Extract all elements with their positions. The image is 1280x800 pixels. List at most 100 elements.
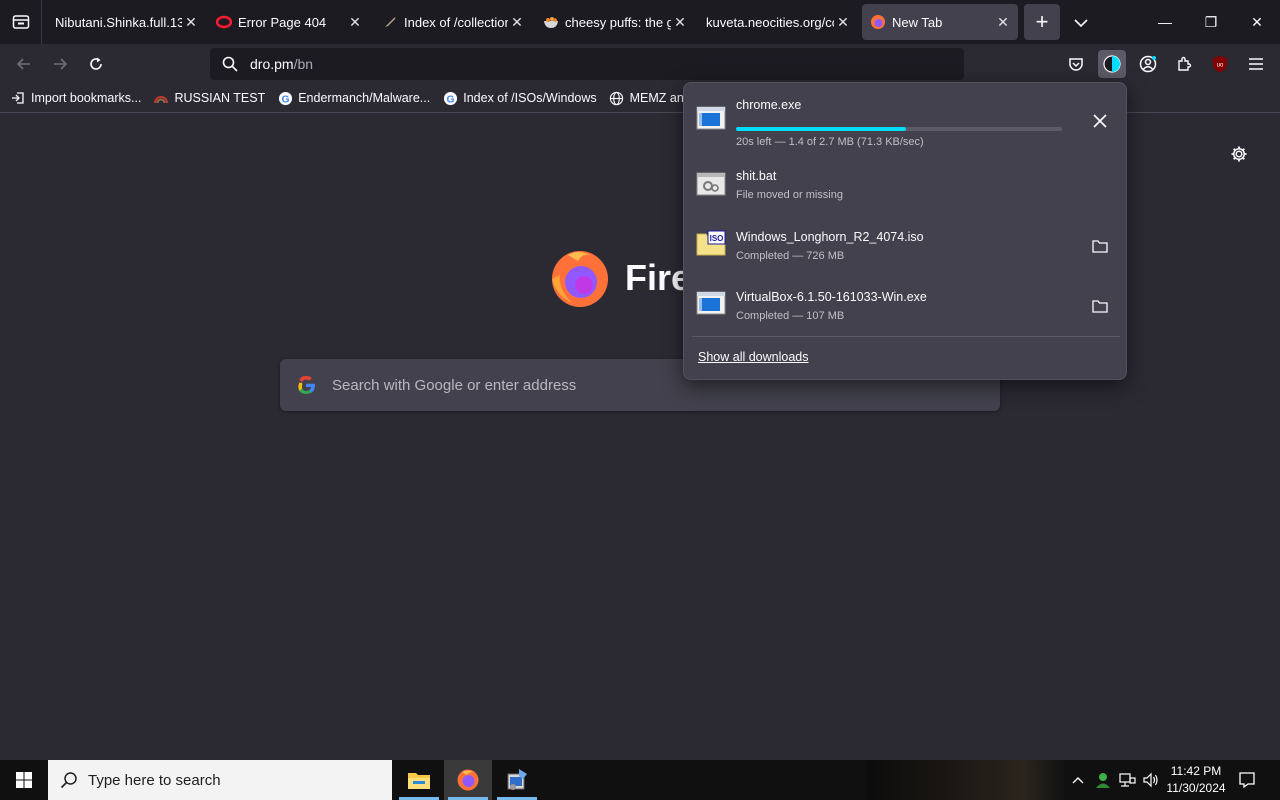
exe-icon	[696, 291, 726, 315]
show-all-downloads-button[interactable]: Show all downloads	[698, 350, 809, 364]
downloads-panel: chrome.exe 20s left — 1.4 of 2.7 MB (71.…	[683, 82, 1127, 380]
account-icon	[1139, 55, 1157, 73]
download-item-longhorn-iso[interactable]: ISO Windows_Longhorn_R2_4074.iso Complet…	[684, 213, 1128, 273]
tab-close-icon[interactable]: ✕	[994, 14, 1012, 31]
svg-text:uo: uo	[1217, 63, 1224, 69]
taskbar-search-placeholder: Type here to search	[88, 771, 221, 789]
network-button[interactable]	[1116, 760, 1138, 800]
download-status: Completed — 107 MB	[736, 310, 845, 322]
tab-cheesy-puffs[interactable]: cheesy puffs: the ga... ✕	[543, 4, 689, 40]
chevron-up-icon	[1072, 777, 1084, 784]
download-progress-fill	[736, 127, 906, 131]
google-icon: G	[277, 90, 293, 106]
close-window-button[interactable]: ✕	[1234, 0, 1280, 44]
bookmark-label: Index of /ISOs/Windows	[463, 91, 597, 105]
account-button[interactable]	[1134, 50, 1162, 78]
downloads-button[interactable]	[1098, 50, 1126, 78]
puzzle-icon	[1178, 56, 1192, 71]
reload-button[interactable]	[82, 50, 110, 78]
download-item-shit-bat[interactable]: shit.bat File moved or missing	[684, 153, 1128, 213]
folder-icon	[1092, 300, 1108, 313]
tab-error-page-404[interactable]: Error Page 404 ✕	[216, 4, 364, 40]
ublock-button[interactable]: uo	[1206, 50, 1234, 78]
new-tab-button[interactable]: +	[1024, 4, 1060, 40]
download-item-virtualbox[interactable]: VirtualBox-6.1.50-161033-Win.exe Complet…	[684, 273, 1128, 333]
restore-button[interactable]: ❐	[1188, 0, 1234, 44]
hamburger-icon	[1249, 58, 1263, 70]
download-filename: shit.bat	[736, 169, 777, 183]
tab-close-icon[interactable]: ✕	[671, 14, 689, 31]
restore-icon: ❐	[1204, 13, 1218, 30]
firefox-logo	[552, 251, 608, 307]
taskbar-file-explorer[interactable]	[395, 760, 443, 800]
list-all-tabs-button[interactable]	[1070, 12, 1092, 34]
download-status: Completed — 726 MB	[736, 250, 845, 262]
search-placeholder: Search with Google or enter address	[332, 376, 577, 394]
tab-close-icon[interactable]: ✕	[182, 14, 200, 31]
personalize-settings-button[interactable]	[1226, 141, 1252, 167]
pocket-icon	[1069, 58, 1083, 71]
navigation-toolbar: dro.pm/bn uo	[0, 44, 1280, 84]
pocket-button[interactable]	[1062, 50, 1090, 78]
start-button[interactable]	[0, 760, 48, 800]
windows-taskbar: Type here to search 11:42 PM 11/30/2024	[0, 760, 1280, 800]
google-icon	[280, 373, 332, 397]
address-bar[interactable]: dro.pm/bn	[210, 48, 964, 80]
svg-text:G: G	[281, 94, 289, 105]
bookmark-import[interactable]: Import bookmarks...	[10, 90, 141, 106]
minimize-icon: —	[1158, 14, 1172, 30]
bookmark-russian-test[interactable]: RUSSIAN TEST	[153, 90, 265, 106]
tray-user-app[interactable]	[1092, 760, 1114, 800]
show-in-folder-button[interactable]	[1086, 292, 1114, 320]
iso-icon: ISO	[696, 230, 726, 256]
download-item-chrome[interactable]: chrome.exe 20s left — 1.4 of 2.7 MB (71.…	[684, 91, 1128, 151]
bat-icon	[696, 172, 726, 196]
bookmark-index-isos-windows[interactable]: G Index of /ISOs/Windows	[442, 90, 597, 106]
taskbar-firefox[interactable]	[444, 760, 492, 800]
show-in-folder-button[interactable]	[1086, 232, 1114, 260]
minimize-button[interactable]: —	[1142, 0, 1188, 44]
tab-list-icon	[12, 15, 29, 29]
exe-icon	[696, 106, 726, 130]
tab-close-icon[interactable]: ✕	[834, 14, 852, 31]
show-hidden-icons-button[interactable]	[1068, 760, 1088, 800]
bookmark-endermanch-malware[interactable]: G Endermanch/Malware...	[277, 90, 430, 106]
volume-button[interactable]	[1140, 760, 1162, 800]
user-tray-icon	[1096, 773, 1110, 788]
tab-index-of-collection[interactable]: Index of /collection/... ✕	[382, 4, 526, 40]
bookmark-label: RUSSIAN TEST	[174, 91, 266, 105]
bookmark-label: Import bookmarks...	[31, 91, 142, 105]
tab-overview-button[interactable]	[0, 0, 42, 44]
cancel-icon	[1093, 114, 1107, 128]
taskbar-search-box[interactable]: Type here to search	[48, 760, 392, 800]
import-icon	[10, 90, 26, 106]
tab-title: kuveta.neocities.org/co...	[706, 14, 834, 30]
forward-button[interactable]	[46, 50, 74, 78]
tab-close-icon[interactable]: ✕	[508, 14, 526, 31]
tab-nibutani[interactable]: Nibutani.Shinka.full.134... ✕	[50, 4, 200, 40]
reload-icon	[90, 57, 102, 70]
tab-title: Error Page 404	[238, 14, 327, 30]
app-menu-button[interactable]	[1242, 50, 1270, 78]
globe-icon	[609, 90, 625, 106]
gear-icon	[1231, 146, 1247, 162]
tab-kuveta-neocities[interactable]: kuveta.neocities.org/co... ✕	[704, 4, 852, 40]
cancel-download-button[interactable]	[1086, 107, 1114, 135]
desktop-wallpaper-peek	[866, 760, 1066, 800]
feather-icon	[382, 14, 398, 30]
back-arrow-icon	[16, 58, 30, 70]
taskbar-clock[interactable]: 11:42 PM 11/30/2024	[1160, 763, 1232, 797]
notifications-button[interactable]	[1234, 760, 1260, 800]
tab-close-icon[interactable]: ✕	[346, 14, 364, 31]
plus-icon: +	[1035, 9, 1049, 34]
tab-new-tab[interactable]: New Tab ✕	[862, 4, 1018, 40]
download-status: File moved or missing	[736, 189, 843, 201]
firefox-icon	[870, 14, 886, 30]
back-button[interactable]	[10, 50, 38, 78]
taskbar-installer[interactable]	[493, 760, 541, 800]
tab-strip: Nibutani.Shinka.full.134... ✕ Error Page…	[0, 0, 1280, 44]
windows-logo-icon	[16, 772, 32, 788]
extensions-button[interactable]	[1170, 50, 1198, 78]
bookmark-label: Endermanch/Malware...	[298, 91, 431, 105]
network-icon	[1119, 773, 1136, 787]
